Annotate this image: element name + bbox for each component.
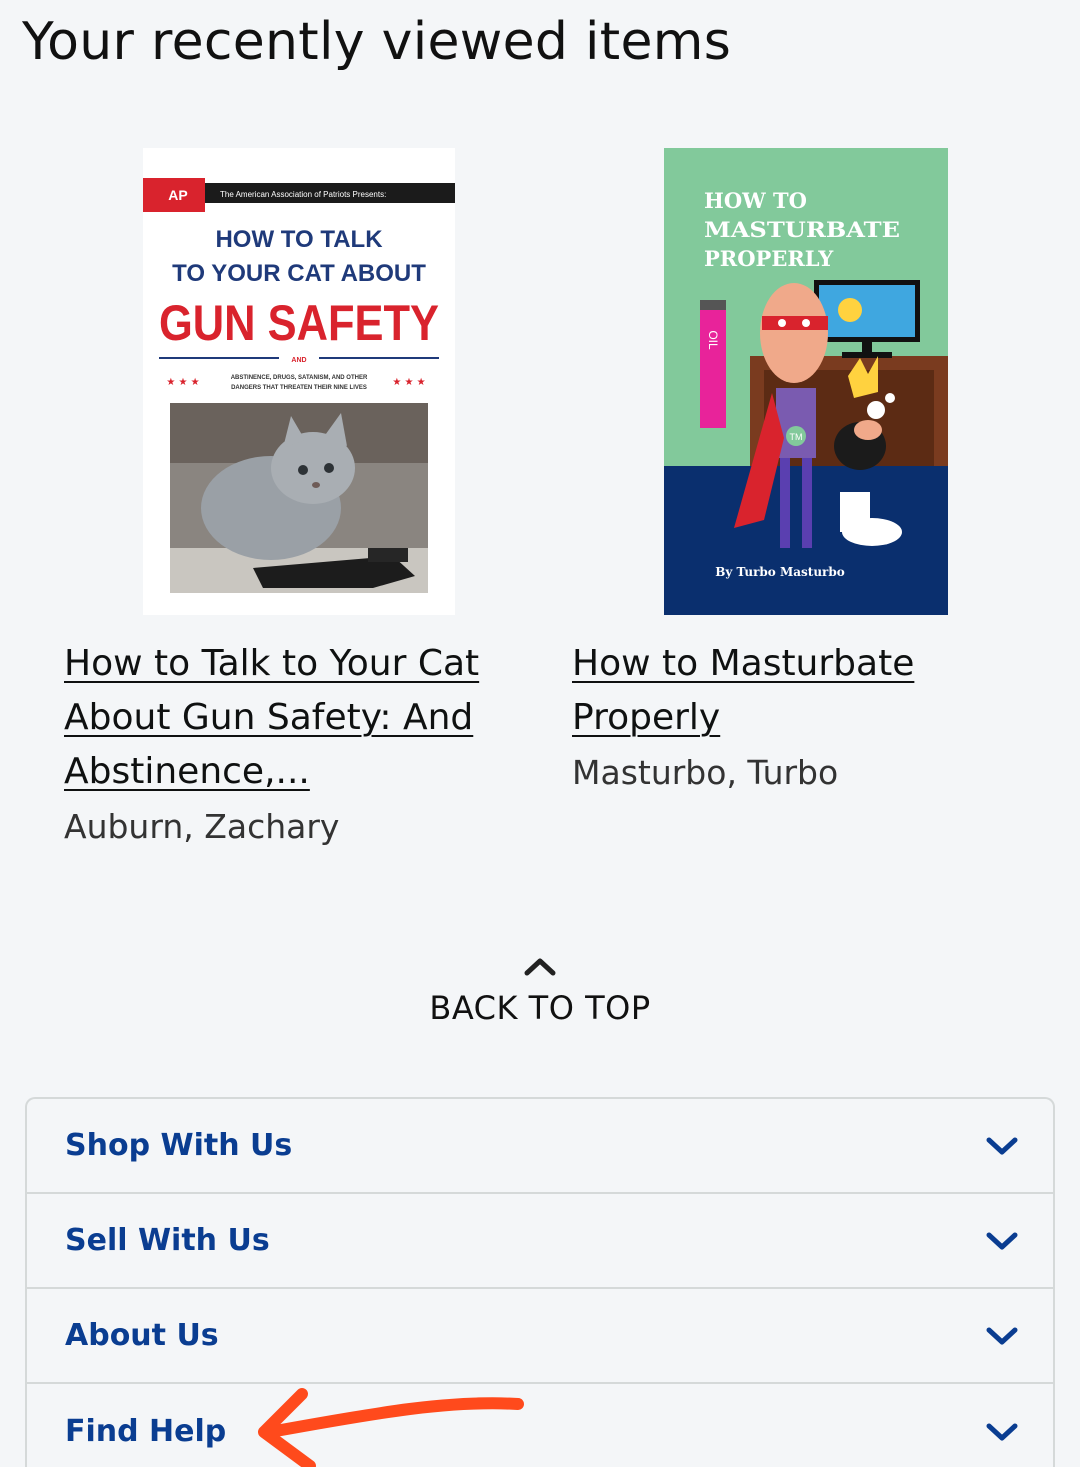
product-author: Auburn, Zachary	[64, 807, 340, 846]
cover-and: AND	[291, 357, 306, 364]
cover-sub-1: ABSTINENCE, DRUGS, SATANISM, AND OTHER	[231, 375, 368, 381]
cover-badge: AP	[168, 187, 187, 203]
recently-viewed-heading: Your recently viewed items	[22, 12, 732, 72]
product-card: AP The American Association of Patriots …	[64, 148, 494, 851]
chevron-down-icon	[986, 1232, 1018, 1249]
chevron-down-icon	[986, 1137, 1018, 1154]
book-cover-image[interactable]: HOW TO MASTURBATE PROPERLY OIL TM By Tur…	[664, 148, 948, 615]
footer-menu-find-help[interactable]: Find Help	[27, 1384, 1053, 1467]
kitten-photo	[170, 403, 428, 593]
product-title-link[interactable]: How to Talk to Your Cat About Gun Safety…	[64, 637, 494, 799]
svg-text:★ ★ ★: ★ ★ ★	[166, 377, 199, 388]
book-cover-image[interactable]: AP The American Association of Patriots …	[143, 148, 455, 615]
footer-menu: Shop With Us Sell With Us About Us Find …	[25, 1097, 1055, 1467]
cover-line-1: HOW TO	[704, 188, 807, 213]
recently-viewed-page: Your recently viewed items AP The Americ…	[0, 0, 1080, 1467]
footer-menu-label: Sell With Us	[65, 1223, 270, 1258]
footer-menu-sell-with-us[interactable]: Sell With Us	[27, 1194, 1053, 1289]
bottle-label: OIL	[706, 330, 720, 350]
footer-menu-shop-with-us[interactable]: Shop With Us	[27, 1099, 1053, 1194]
chevron-down-icon	[986, 1423, 1018, 1440]
product-card: HOW TO MASTURBATE PROPERLY OIL TM By Tur…	[572, 148, 1012, 797]
footer-menu-label: Find Help	[65, 1414, 227, 1449]
cover-headline: GUN SAFETY	[159, 295, 439, 351]
cover-line-2: TO YOUR CAT ABOUT	[172, 260, 426, 287]
footer-menu-label: Shop With Us	[65, 1128, 293, 1163]
cover-line-1: HOW TO TALK	[215, 226, 383, 253]
footer-menu-about-us[interactable]: About Us	[27, 1289, 1053, 1384]
back-to-top-button[interactable]: BACK TO TOP	[390, 955, 690, 1035]
product-title-link[interactable]: How to Masturbate Properly	[572, 637, 1012, 745]
cover-line-3: PROPERLY	[704, 246, 834, 271]
cover-byline: By Turbo Masturbo	[715, 565, 845, 579]
chevron-up-icon	[524, 958, 556, 976]
footer-menu-label: About Us	[65, 1318, 219, 1353]
product-author: Masturbo, Turbo	[572, 753, 839, 792]
back-to-top-label: BACK TO TOP	[429, 989, 651, 1027]
cover-line-2: MASTURBATE	[704, 217, 900, 242]
chest-emblem: TM	[790, 432, 803, 442]
svg-text:★ ★ ★: ★ ★ ★	[392, 377, 425, 388]
cover-sub-2: DANGERS THAT THREATEN THEIR NINE LIVES	[231, 385, 367, 391]
chevron-down-icon	[986, 1327, 1018, 1344]
cover-banner-text: The American Association of Patriots Pre…	[220, 190, 386, 199]
